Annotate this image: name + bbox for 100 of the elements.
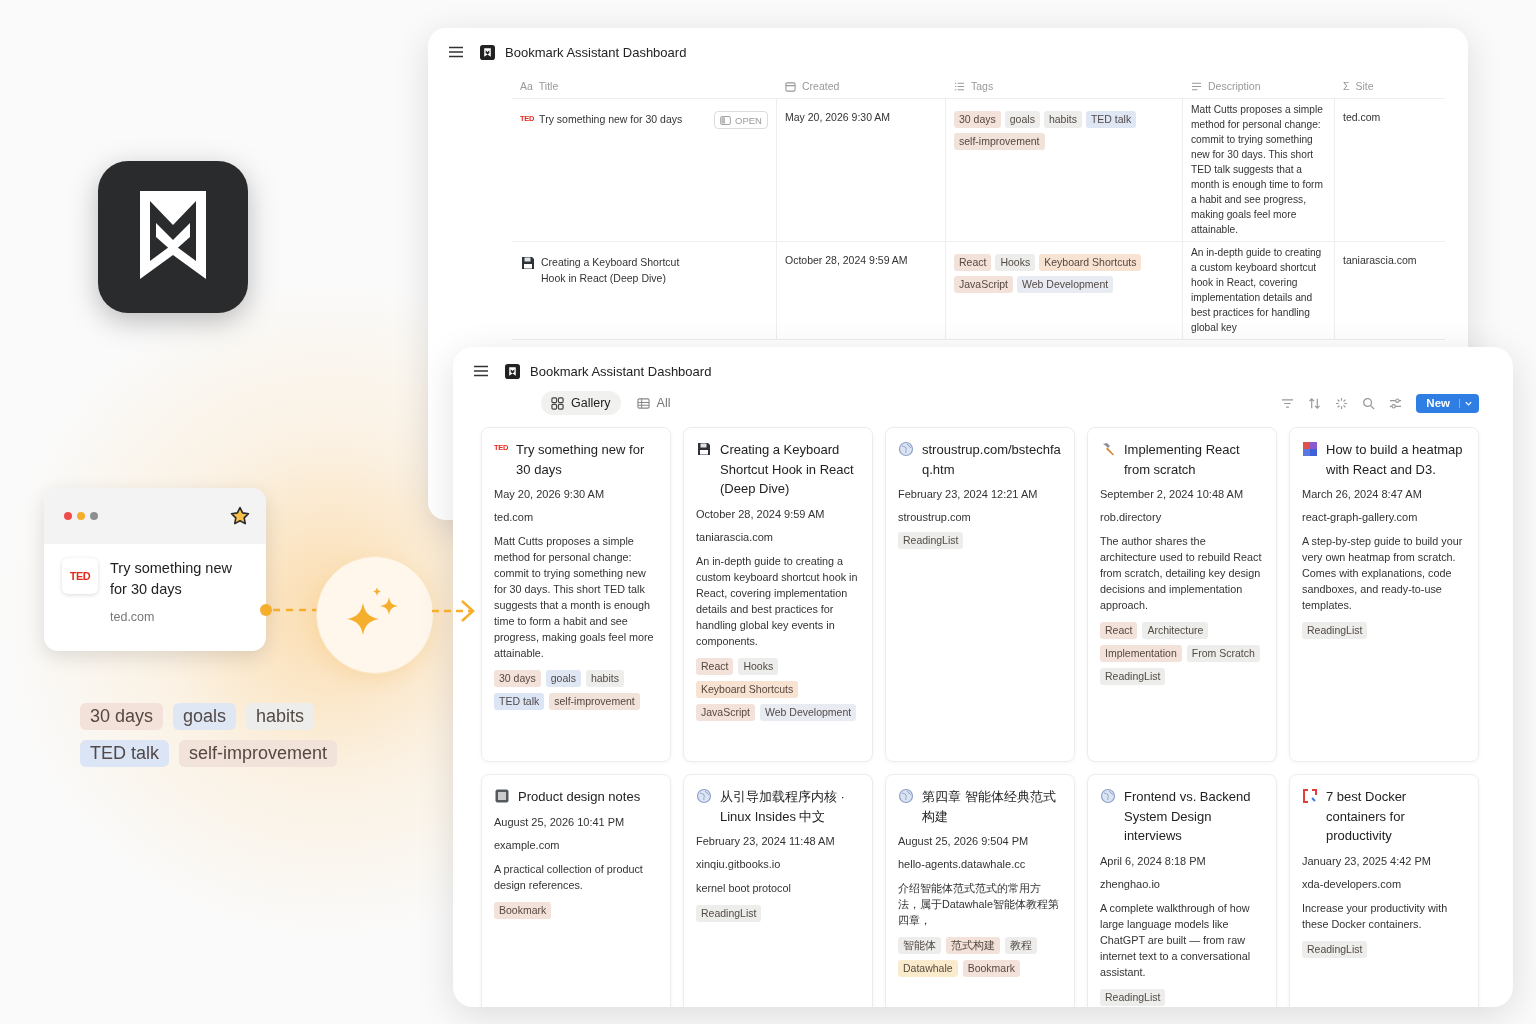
tag: Bookmark [494, 901, 552, 919]
window-title: Bookmark Assistant Dashboard [505, 44, 687, 60]
tag: Bookmark [962, 960, 1020, 977]
tag: 30 days [80, 703, 164, 730]
card-date: May 20, 2026 9:30 AM [494, 488, 606, 500]
card-date: January 23, 2025 4:42 PM [1302, 854, 1433, 867]
card-date: September 2, 2024 10:48 AM [1100, 488, 1245, 500]
card-site: xinqiu.gitbooks.io [696, 858, 782, 870]
tag: 30 days [494, 670, 541, 687]
card-title: Product design notes [518, 788, 641, 806]
tag: goals [545, 670, 581, 687]
tag: self-improvement [549, 693, 640, 710]
card-site: hello-agents.datawhale.cc [898, 858, 1027, 870]
ted-logo: TED [62, 558, 98, 594]
card-date: August 25, 2026 10:41 PM [494, 815, 626, 828]
description-text: Matt Cutts proposes a simple method for personal change: commit to trying something new for 30 days. This short TED talk suggests that a month is enough time to form a habit and see progress, making goals feel more attainable. [1191, 104, 1323, 235]
window-title: Bookmark Assistant Dashboard [530, 363, 712, 379]
card-description: An in-depth guide to creating a custom keyboard shortcut hook in React, covering implementation details and best practices for handling global key events in components. [696, 553, 859, 649]
tag: ReadingList [1302, 622, 1368, 639]
card-site: example.com [494, 838, 561, 851]
tag: 教程 [1005, 937, 1037, 954]
tag: ReadingList [898, 532, 964, 549]
card-description: A practical collection of product design references. [494, 861, 644, 893]
card-description: 介绍智能体范式范式的常用方法，属于Datawhale智能体教程第四章， [898, 881, 1061, 928]
card-title: Implementing React from scratch [1124, 441, 1241, 479]
bookmark-card[interactable]: Product design notes August 25, 2026 10:41 PM example.com A practical collection of product design references. Bookmark [481, 774, 671, 1007]
tag: habits [1043, 111, 1082, 128]
row-title[interactable]: Try something new for 30 days [539, 111, 683, 127]
tag: 范式构建 [946, 937, 1000, 954]
bookmark-site: ted.com [110, 610, 156, 624]
card-description: Increase your productivity with these Docker containers. [1302, 900, 1449, 932]
card-date: March 26, 2024 8:47 AM [1302, 488, 1423, 500]
card-title: 第四章 智能体经典范式构建 [922, 788, 1057, 826]
card-site: react-graph-gallery.com [1302, 511, 1419, 523]
column-type-glyph: Σ [1343, 80, 1350, 92]
card-description: The author shares the architecture used to rebuild React from scratch, detailing key design decisions and implementation approach. [1100, 534, 1263, 613]
card-date: February 23, 2024 11:48 AM [696, 835, 836, 847]
tag: Implementation [1100, 645, 1182, 662]
tag: TED talk [1085, 111, 1137, 128]
tag: React [1100, 622, 1138, 639]
card-date: April 6, 2024 8:18 PM [1100, 854, 1207, 867]
tag: JavaScript [954, 276, 1014, 293]
card-site: zhenghao.io [1100, 877, 1161, 890]
new-button[interactable]: New [1416, 393, 1479, 413]
tag: Keyboard Shortcuts [696, 680, 799, 698]
tag: Keyboard Shortcuts [1039, 254, 1142, 271]
created-date: May 20, 2026 9:30 AM [785, 111, 891, 123]
bookmark-card[interactable]: 第四章 智能体经典范式构建 August 25, 2026 9:504 PM hello-agents.datawhale.cc 介绍智能体范式范式的常用方法，属于Datawhale智能体教程第四章， 智能体 范式构建 教程 Datawhale Bookmark [885, 774, 1075, 1007]
tag: 智能体 [898, 937, 941, 954]
tag: TED talk [80, 740, 169, 767]
tag: Architecture [1142, 622, 1209, 639]
card-description: Matt Cutts proposes a simple method for personal change: commit to trying something new for 30 days. This short TED talk suggests that a month is enough time to form a habit and see progress, making goals feel more attainable. [494, 534, 655, 661]
card-title: How to build a heatmap with React and D3. [1326, 441, 1464, 479]
tag: React [696, 657, 734, 675]
tag: 30 days [954, 111, 1001, 128]
tag: self-improvement [954, 133, 1045, 150]
card-site: xda-developers.com [1302, 877, 1403, 890]
tag: self-improvement [179, 740, 338, 767]
tag: Web Development [760, 703, 857, 721]
tag: TED talk [494, 693, 545, 710]
card-date: October 28, 2024 9:59 AM [696, 507, 826, 520]
view-tab[interactable]: All [626, 391, 681, 415]
row-title[interactable]: Creating a Keyboard Shortcut Hook in React (Deep Dive) [541, 254, 701, 286]
tag: JavaScript [696, 703, 756, 721]
card-site: rob.directory [1100, 511, 1163, 523]
tag: habits [585, 670, 624, 687]
tag: ReadingList [1302, 940, 1368, 958]
tag: Hooks [738, 657, 779, 675]
site-text: taniarascia.com [1343, 254, 1417, 266]
tag: Web Development [1017, 276, 1114, 293]
card-date: February 23, 2024 12:21 AM [898, 488, 1039, 500]
tag: Hooks [995, 254, 1036, 271]
bookmark-title: Try something new for 30 days [110, 559, 233, 599]
site-text: ted.com [1343, 111, 1381, 123]
card-description: kernel boot protocol [696, 881, 792, 896]
tag: goals [1004, 111, 1040, 128]
view-tab[interactable]: Gallery [541, 391, 621, 415]
tag: ReadingList [696, 905, 762, 922]
bookmark-card[interactable]: 从引导加载程序内核 · Linux Insides 中文 February 23, 2024 11:48 AM xinqiu.gitbooks.io kernel boot protocol ReadingList [683, 774, 873, 1007]
card-description: A complete walkthrough of how large language models like ChatGPT are built — from raw internet text to a conversational assistant. [1100, 900, 1252, 980]
card-site: ted.com [494, 511, 535, 523]
card-title: stroustrup.com/bstechfaq.htm [922, 441, 1062, 479]
tag: habits [246, 703, 315, 730]
card-site: stroustrup.com [898, 511, 972, 523]
tag: ReadingList [1100, 988, 1166, 1006]
card-title: 7 best Docker containers for productivity [1326, 788, 1408, 845]
tag: ReadingList [1100, 668, 1166, 685]
card-date: August 25, 2026 9:504 PM [898, 835, 1030, 847]
tag: goals [173, 703, 237, 730]
card-title: Creating a Keyboard Shortcut Hook in React (Deep Dive) [720, 441, 855, 498]
tag: React [954, 254, 992, 271]
created-date: October 28, 2024 9:59 AM [785, 254, 908, 266]
bookmark-card[interactable]: 7 best Docker containers for productivity January 23, 2025 4:42 PM xda-developers.com Increase your productivity with these Docker containers. ReadingList [1289, 774, 1479, 1007]
card-description: A step-by-step guide to build your very own heatmap from scratch. Comes with explanations, code sandboxes, and ready-to-use templates. [1302, 534, 1464, 613]
bookmark-card[interactable]: stroustrup.com/bstechfaq.htm February 23, 2024 12:21 AM stroustrup.com ReadingList [885, 427, 1075, 762]
card-title: 从引导加载程序内核 · Linux Insides 中文 [720, 788, 846, 826]
card-title: Frontend vs. Backend System Design interviews [1124, 788, 1252, 845]
card-title: Try something new for 30 days [516, 441, 646, 479]
column-type-glyph: Aa [520, 80, 533, 92]
tag: Datawhale [898, 960, 958, 977]
